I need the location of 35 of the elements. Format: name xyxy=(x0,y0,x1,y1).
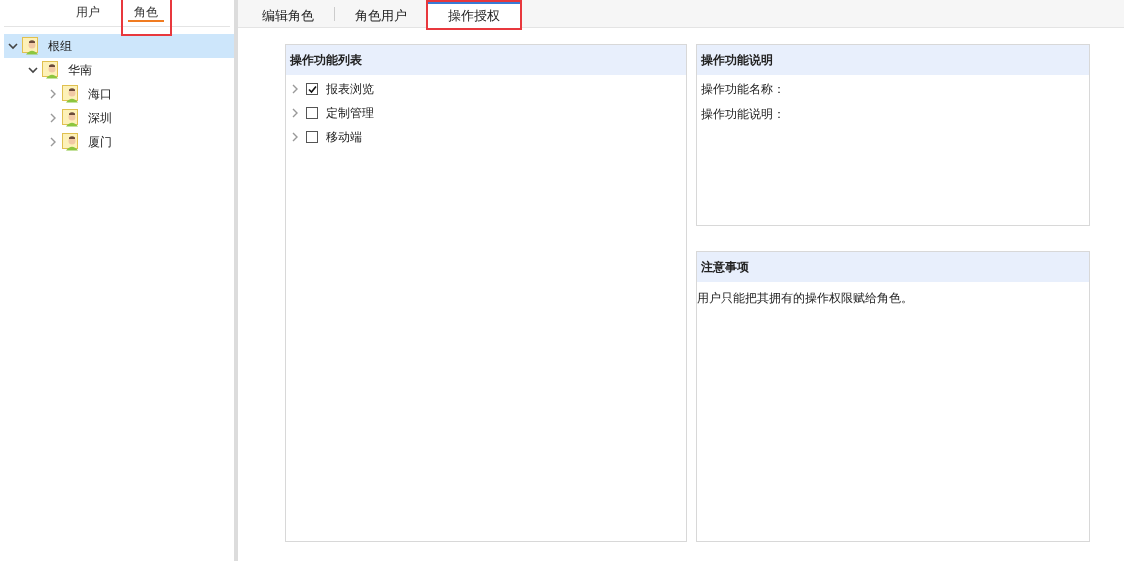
tree-item[interactable]: 华南 xyxy=(4,58,234,82)
tab[interactable]: 编辑角色 xyxy=(242,2,334,28)
function-label: 移动端 xyxy=(326,128,362,146)
chevron-down-icon[interactable] xyxy=(28,65,38,75)
checkbox[interactable] xyxy=(306,83,318,95)
sidebar-tab[interactable]: 用户 xyxy=(70,0,106,22)
chevron-right-icon[interactable] xyxy=(290,84,300,94)
checkbox[interactable] xyxy=(306,107,318,119)
panel-title: 注意事项 xyxy=(697,252,1089,282)
field-label: 操作功能说明： xyxy=(700,106,786,123)
chevron-right-icon[interactable] xyxy=(290,132,300,142)
function-label: 定制管理 xyxy=(326,104,374,122)
panel-title: 操作功能说明 xyxy=(697,45,1089,75)
chevron-right-icon[interactable] xyxy=(48,137,58,147)
chevron-right-icon[interactable] xyxy=(290,108,300,118)
chevron-right-icon[interactable] xyxy=(48,89,58,99)
tree-item[interactable]: 厦门 xyxy=(4,130,234,154)
user-avatar-icon xyxy=(62,85,80,103)
tab[interactable]: 角色用户 xyxy=(335,2,427,28)
user-avatar-icon xyxy=(22,37,40,55)
note-text: 用户只能把其拥有的操作权限赋给角色。 xyxy=(697,290,914,307)
chevron-down-icon[interactable] xyxy=(8,41,18,51)
tree-item[interactable]: 深圳 xyxy=(4,106,234,130)
user-avatar-icon xyxy=(62,133,80,151)
panel-title: 操作功能列表 xyxy=(286,45,686,75)
user-avatar-icon xyxy=(62,109,80,127)
field-label: 操作功能名称： xyxy=(700,81,786,98)
function-label: 报表浏览 xyxy=(326,80,374,98)
user-avatar-icon xyxy=(42,61,60,79)
tab[interactable]: 操作授权 xyxy=(428,2,520,28)
chevron-right-icon[interactable] xyxy=(48,113,58,123)
checkbox[interactable] xyxy=(306,131,318,143)
sidebar-tab[interactable]: 角色 xyxy=(128,0,164,22)
tree-item[interactable]: 根组 xyxy=(4,34,234,58)
tree-item[interactable]: 海口 xyxy=(4,82,234,106)
